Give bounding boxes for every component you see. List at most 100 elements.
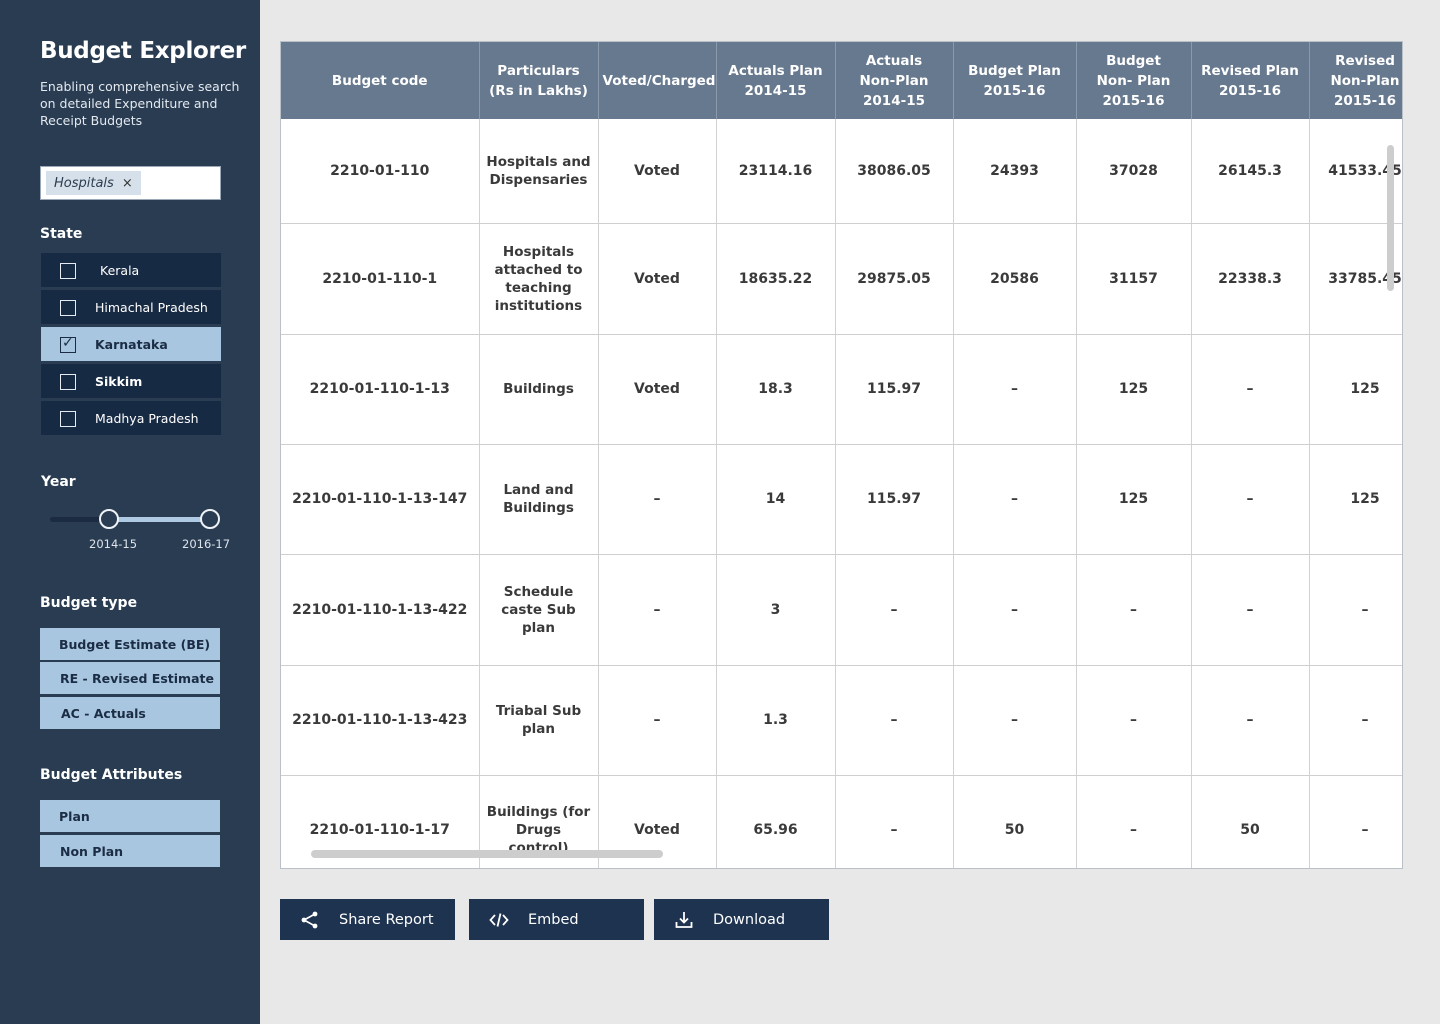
table-cell: 125 (1309, 334, 1402, 445)
budget-type-be-button[interactable]: Budget Estimate (BE) (40, 628, 220, 660)
table-cell: 38086.05 (835, 119, 954, 224)
attribute-non-plan-button[interactable]: Non Plan (40, 835, 220, 867)
table-row[interactable]: 2210-01-110-1-13-422 Schedule caste Sub p… (281, 554, 1402, 666)
table-cell: 1.3 (716, 665, 836, 776)
year-start-label: 2014-15 (89, 537, 138, 551)
table-cell: – (598, 444, 717, 555)
table-row[interactable]: 2210-01-110-1-13 Buildings Voted 18.3 115.97… (281, 334, 1402, 445)
column-header[interactable]: Voted/Charged (598, 42, 717, 119)
table-cell: – (1309, 775, 1402, 868)
particulars-cell: Triabal Sub plan (479, 665, 599, 776)
table-cell: 115.97 (835, 444, 954, 555)
table-cell: – (1076, 554, 1192, 666)
column-header[interactable]: Budget Non- Plan 2015-16 (1076, 42, 1192, 119)
embed-label: Embed (528, 911, 579, 928)
horizontal-scrollbar[interactable] (311, 850, 663, 858)
state-item-karnataka[interactable]: ✓ Karnataka (41, 327, 221, 361)
table-cell: – (1309, 665, 1402, 776)
year-end-label: 2016-17 (182, 537, 231, 551)
year-slider-range (109, 517, 210, 522)
table-row[interactable]: 2210-01-110-1-13-147 Land and Buildings –1… (281, 444, 1402, 555)
year-slider-start-handle[interactable] (99, 509, 119, 529)
table-body: 2210-01-110 Hospitals and Dispensaries Vot… (281, 119, 1402, 868)
state-item-sikkim[interactable]: Sikkim (41, 364, 221, 398)
table-cell: 31157 (1076, 223, 1192, 335)
close-icon[interactable]: × (122, 176, 133, 191)
column-header[interactable]: Budget Plan 2015-16 (953, 42, 1077, 119)
column-header[interactable]: Budget code (281, 42, 480, 119)
checkbox[interactable] (60, 374, 76, 390)
table-cell: – (1076, 775, 1192, 868)
state-item-kerala[interactable]: Kerala (41, 253, 221, 287)
code-icon (489, 913, 509, 927)
attribute-plan-button[interactable]: Plan (40, 800, 220, 832)
table-cell: 26145.3 (1191, 119, 1310, 224)
table-cell: 65.96 (716, 775, 836, 868)
state-item-label: Karnataka (95, 336, 168, 352)
table-cell: – (953, 444, 1077, 555)
state-item-madhya-pradesh[interactable]: Madhya Pradesh (41, 401, 221, 435)
table-cell: 18635.22 (716, 223, 836, 335)
table-cell: 29875.05 (835, 223, 954, 335)
budget-code-cell: 2210-01-110-1-13-422 (281, 554, 480, 666)
table-cell: 37028 (1076, 119, 1192, 224)
year-label: Year (41, 474, 76, 490)
state-item-label: Kerala (100, 262, 140, 278)
particulars-cell: Schedule caste Sub plan (479, 554, 599, 666)
share-icon (301, 911, 318, 929)
budget-code-cell: 2210-01-110-1-13-147 (281, 444, 480, 555)
table-cell: – (1076, 665, 1192, 776)
table-cell: – (1191, 444, 1310, 555)
particulars-cell: Land and Buildings (479, 444, 599, 555)
table-cell: 50 (1191, 775, 1310, 868)
share-report-button[interactable]: Share Report (280, 899, 455, 940)
budget-type-re-button[interactable]: RE - Revised Estimate (40, 662, 220, 694)
year-slider-end-handle[interactable] (200, 509, 220, 529)
table-cell: Voted (598, 334, 717, 445)
checkbox[interactable] (60, 300, 76, 316)
checkbox-checked[interactable]: ✓ (60, 335, 76, 353)
table-cell: – (953, 334, 1077, 445)
table-row[interactable]: 2210-01-110-1 Hospitals attached to teach… (281, 223, 1402, 335)
checkbox[interactable] (60, 411, 76, 427)
particulars-cell: Hospitals and Dispensaries (479, 119, 599, 224)
budget-table-container[interactable]: Budget code Particulars (Rs in Lakhs) Vote… (280, 41, 1403, 869)
column-header[interactable]: Actuals Plan 2014-15 (716, 42, 836, 119)
table-cell: 115.97 (835, 334, 954, 445)
check-icon: ✓ (62, 335, 74, 351)
table-cell: – (598, 665, 717, 776)
table-row[interactable]: 2210-01-110 Hospitals and Dispensaries Vot… (281, 119, 1402, 224)
download-label: Download (713, 911, 786, 928)
budget-type-ac-button[interactable]: AC - Actuals (40, 697, 220, 729)
budget-type-label: Budget type (40, 595, 138, 611)
budget-code-cell: 2210-01-110-1-13-423 (281, 665, 480, 776)
column-header[interactable]: Particulars (Rs in Lakhs) (479, 42, 599, 119)
state-item-himachal-pradesh[interactable]: Himachal Pradesh (41, 290, 221, 324)
vertical-scrollbar[interactable] (1387, 145, 1394, 291)
table-cell: – (835, 665, 954, 776)
table-cell: – (598, 554, 717, 666)
budget-table: Budget code Particulars (Rs in Lakhs) Vote… (281, 42, 1402, 868)
table-cell: 20586 (953, 223, 1077, 335)
column-header[interactable]: Actuals Non-Plan 2014-15 (835, 42, 954, 119)
state-item-label: Sikkim (95, 373, 143, 389)
column-header[interactable]: Revised Plan 2015-16 (1191, 42, 1310, 119)
table-cell: Voted (598, 223, 717, 335)
state-label: State (40, 226, 83, 242)
table-row[interactable]: 2210-01-110-1-13-423 Triabal Sub plan –1.3… (281, 665, 1402, 776)
column-header[interactable]: Revised Non-Plan 2015-16 (1309, 42, 1402, 119)
search-tag: Hospitals × (46, 171, 141, 195)
checkbox[interactable] (60, 263, 76, 279)
state-item-label: Himachal Pradesh (95, 299, 208, 315)
table-cell: 24393 (953, 119, 1077, 224)
table-cell: Voted (598, 119, 717, 224)
embed-button[interactable]: Embed (469, 899, 644, 940)
download-icon (675, 912, 693, 928)
table-cell: 50 (953, 775, 1077, 868)
download-button[interactable]: Download (654, 899, 829, 940)
search-input[interactable]: Hospitals × (40, 166, 221, 200)
budget-code-cell: 2210-01-110-1 (281, 223, 480, 335)
share-report-label: Share Report (339, 911, 434, 928)
table-cell: – (1191, 665, 1310, 776)
budget-code-cell: 2210-01-110 (281, 119, 480, 224)
